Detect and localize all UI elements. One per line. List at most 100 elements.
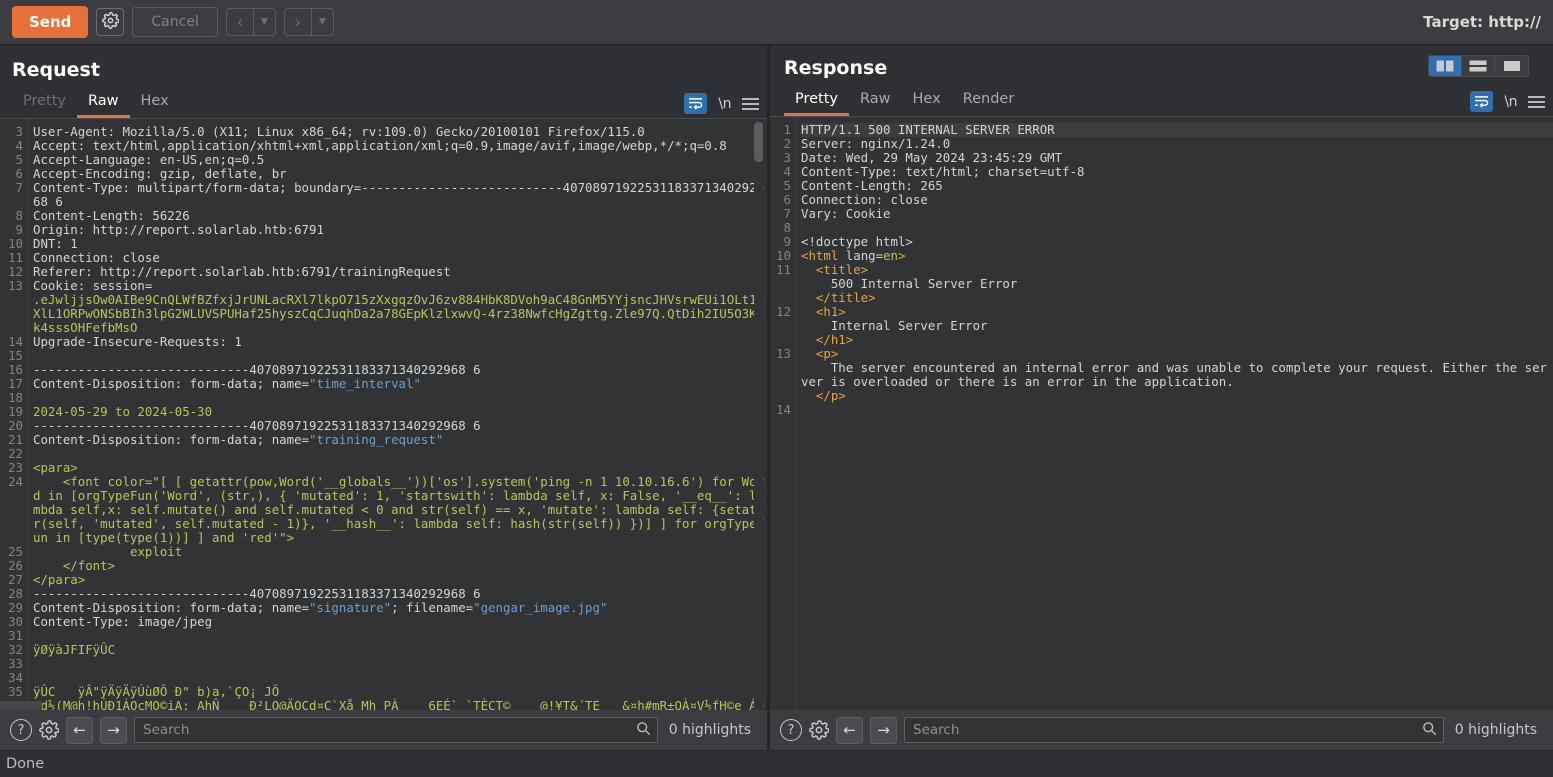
tab-request-raw[interactable]: Raw <box>77 93 130 118</box>
code-line: Cookie: session= .eJwljjsOw0AIBe9CnQLWfB… <box>33 278 765 335</box>
line-number-continuation: . <box>0 293 23 307</box>
line-number: 33 <box>8 656 23 671</box>
response-search-input[interactable] <box>904 717 1444 743</box>
search-bars: ? ← → 0 highlights ? <box>0 710 1553 750</box>
word-wrap-icon[interactable] <box>1470 91 1494 112</box>
send-button[interactable]: Send <box>12 6 89 38</box>
request-search-input[interactable] <box>134 717 658 743</box>
code-line: ÿÛC ÿÂ"ÿÄÿÄÿÚùØÕ Ð" b)a,`ÇO¡ JÖ <box>33 684 280 699</box>
line-number-continuation: . <box>770 389 791 403</box>
line-number-continuation: . <box>0 517 23 531</box>
code-line: Content-Type: text/html; charset=utf-8 <box>801 164 1085 179</box>
gear-icon[interactable] <box>809 720 829 740</box>
line-number: 30 <box>8 614 23 629</box>
line-number: 5 <box>783 178 791 193</box>
line-number: 15 <box>8 348 23 363</box>
response-editor[interactable]: 1234567891011..12..13...14 HTTP/1.1 500 … <box>770 117 1553 710</box>
tab-request-hex[interactable]: Hex <box>130 93 180 119</box>
code-line: </para> <box>33 572 86 587</box>
request-code[interactable]: User-Agent: Mozilla/5.0 (X11; Linux x86_… <box>28 119 767 711</box>
layout-switch-group <box>1428 55 1529 77</box>
request-horizontal-scrollbar[interactable] <box>0 701 42 710</box>
search-back-button[interactable]: ← <box>836 716 863 744</box>
code-line: Referer: http://report.solarlab.htb:6791… <box>33 264 451 279</box>
code-line: %d½(M@h!hÚÐ1ÁOcMO©iA: AhÑ Ð²LO@ÄOCd¤Ç`Xå… <box>33 698 764 711</box>
line-number-continuation: . <box>0 321 23 335</box>
code-line: Content-Length: 265 <box>801 178 943 193</box>
layout-single-icon[interactable] <box>1495 56 1528 76</box>
line-number: 25 <box>8 544 23 559</box>
tab-response-pretty[interactable]: Pretty <box>784 91 850 116</box>
response-search-field-wrap <box>904 717 1444 743</box>
scrollbar-thumb[interactable] <box>754 122 763 162</box>
search-forward-button[interactable]: → <box>870 716 897 744</box>
code-line: -----------------------------40708971922… <box>33 586 481 601</box>
request-search-bar: ? ← → 0 highlights <box>0 710 770 750</box>
line-number: 12 <box>8 264 23 279</box>
response-tab-tools: \n <box>1470 91 1545 116</box>
code-line: </font> <box>33 558 116 573</box>
chevron-left-icon: ‹ <box>226 9 253 35</box>
line-number: 5 <box>15 152 23 167</box>
line-number: 12 <box>776 304 791 319</box>
caret-down-icon[interactable]: ▼ <box>311 9 333 35</box>
line-number-continuation: . <box>0 489 23 503</box>
request-vertical-scrollbar[interactable] <box>754 119 763 710</box>
line-number-continuation: . <box>770 319 791 333</box>
code-line: Content-Disposition: form-data; name="tr… <box>33 432 444 447</box>
request-editor[interactable]: 34567.8910111213...141516171819202122232… <box>0 119 767 710</box>
layout-stacked-icon[interactable] <box>1462 56 1495 76</box>
word-wrap-icon[interactable] <box>684 93 708 114</box>
search-back-button[interactable]: ← <box>66 716 93 744</box>
request-search-field-wrap <box>134 717 658 743</box>
code-line: Content-Length: 56226 <box>33 208 190 223</box>
code-line: Content-Type: image/jpeg <box>33 614 213 629</box>
help-icon[interactable]: ? <box>10 719 32 741</box>
caret-down-icon[interactable]: ▼ <box>253 9 275 35</box>
code-line: <font color="[ [ getattr(pow,Word('__glo… <box>33 474 765 545</box>
request-tab-tools: \n <box>684 93 759 118</box>
cancel-button[interactable]: Cancel <box>132 7 218 37</box>
line-number-continuation: . <box>770 361 791 375</box>
code-line: ÿØÿàJFIFÿÛC <box>33 642 116 657</box>
code-line: Vary: Cookie <box>801 206 891 221</box>
newline-toggle[interactable]: \n <box>1504 94 1517 110</box>
line-number: 28 <box>8 586 23 601</box>
code-line: Content-Disposition: form-data; name="ti… <box>33 376 421 391</box>
chevron-right-icon: › <box>284 9 311 35</box>
previous-request-button[interactable]: ‹ ▼ <box>225 8 276 36</box>
search-forward-button[interactable]: → <box>100 716 127 744</box>
code-line: Accept-Encoding: gzip, deflate, br <box>33 166 287 181</box>
response-code[interactable]: HTTP/1.1 500 INTERNAL SERVER ERROR Server… <box>796 117 1553 710</box>
tab-response-raw[interactable]: Raw <box>849 91 902 117</box>
burp-repeater-window: Send Cancel ‹ ▼ › ▼ Target: http:// Requ… <box>0 0 1553 777</box>
request-line-numbers: 34567.8910111213...141516171819202122232… <box>0 119 28 710</box>
code-line: <h1> Internal Server Error </h1> <box>801 304 988 347</box>
hamburger-menu-icon[interactable] <box>742 97 759 110</box>
gear-icon[interactable] <box>39 720 59 740</box>
line-number: 11 <box>776 262 791 277</box>
line-number: 18 <box>8 390 23 405</box>
newline-toggle[interactable]: \n <box>718 96 731 112</box>
code-line: <!doctype html> <box>801 234 913 249</box>
request-settings-button[interactable] <box>96 8 125 36</box>
next-request-button[interactable]: › ▼ <box>283 8 334 36</box>
line-number: 10 <box>776 248 791 263</box>
line-number: 29 <box>8 600 23 615</box>
hamburger-menu-icon[interactable] <box>1528 95 1545 108</box>
tab-response-render[interactable]: Render <box>952 91 1026 117</box>
tab-request-pretty[interactable]: Pretty <box>12 93 77 119</box>
tab-response-hex[interactable]: Hex <box>902 91 952 117</box>
code-line: DNT: 1 <box>33 236 78 251</box>
code-line: <para> <box>33 460 78 475</box>
code-line: Origin: http://report.solarlab.htb:6791 <box>33 222 324 237</box>
line-number-continuation: . <box>770 291 791 305</box>
layout-side-by-side-icon[interactable] <box>1429 56 1462 76</box>
line-number: 35 <box>8 684 23 699</box>
help-icon[interactable]: ? <box>780 719 802 741</box>
